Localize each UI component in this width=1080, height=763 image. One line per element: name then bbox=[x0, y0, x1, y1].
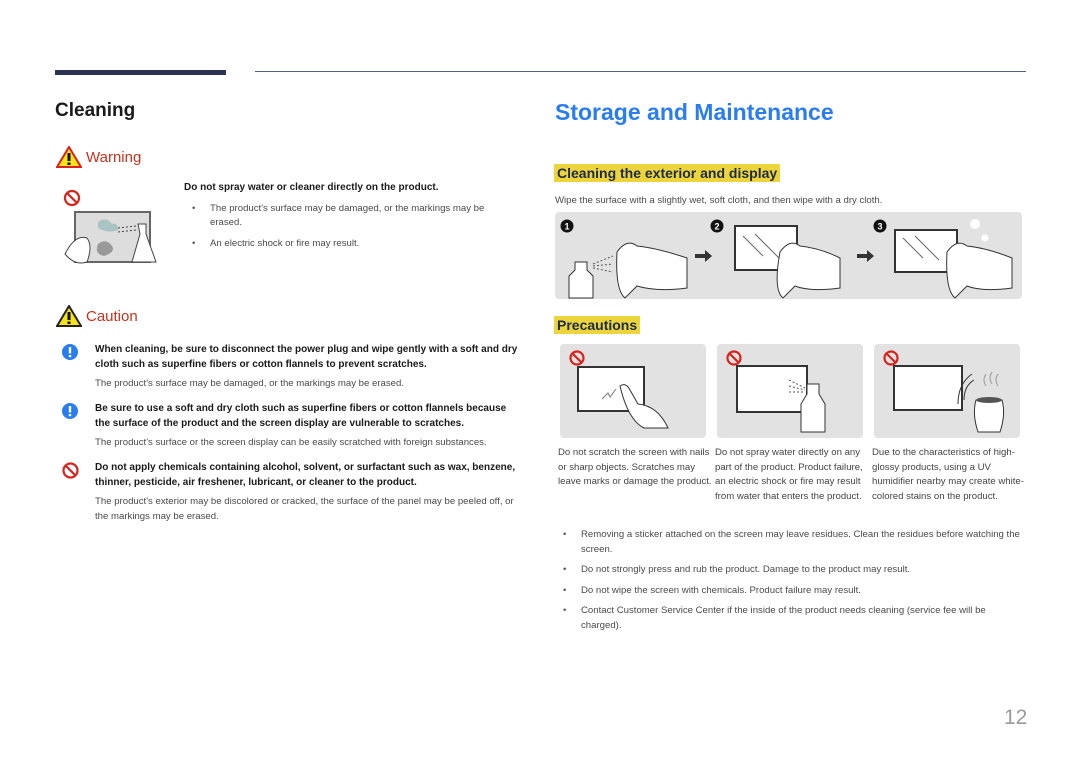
warning-heading: Warning bbox=[56, 146, 141, 168]
precautions-list: Removing a sticker attached on the scree… bbox=[555, 528, 1027, 639]
caution-detail: The product's surface may be damaged, or… bbox=[95, 378, 404, 389]
precaution-image-humidifier bbox=[874, 344, 1020, 438]
humidifier-icon bbox=[973, 399, 1005, 433]
caution-item: Do not apply chemicals containing alcoho… bbox=[62, 461, 522, 524]
header-bar-accent bbox=[55, 70, 226, 75]
spray-cleaning-illustration bbox=[63, 189, 157, 264]
caution-heading: Caution bbox=[56, 305, 138, 327]
precaution-bullet: Do not wipe the screen with chemicals. P… bbox=[555, 584, 1027, 599]
arrow-icon bbox=[695, 250, 712, 262]
caution-item: Be sure to use a soft and dry cloth such… bbox=[62, 402, 522, 451]
sparkle-icon bbox=[970, 219, 980, 229]
warning-label: Warning bbox=[86, 148, 142, 166]
step-1: 1 bbox=[560, 219, 688, 299]
caution-detail: The product's exterior may be discolored… bbox=[95, 496, 514, 522]
page-title: Storage and Maintenance bbox=[555, 99, 834, 125]
warning-block: Do not spray water or cleaner directly o… bbox=[184, 181, 514, 257]
step-number: 1 bbox=[564, 222, 569, 232]
section-title-precautions: Precautions bbox=[554, 316, 641, 334]
step-number: 2 bbox=[714, 222, 719, 232]
precaution-bullet: Contact Customer Service Center if the i… bbox=[555, 604, 1027, 633]
warning-bullet: An electric shock or fire may result. bbox=[184, 237, 514, 252]
cleaning-steps-illustration: 1 2 3 bbox=[555, 212, 1022, 299]
caution-label: Caution bbox=[86, 307, 138, 325]
section-title-exterior: Cleaning the exterior and display bbox=[554, 164, 781, 182]
warning-bullet: The product's surface may be damaged, or… bbox=[184, 202, 514, 231]
spray-bottle-icon bbox=[568, 261, 594, 299]
caution-title: Do not apply chemicals containing alcoho… bbox=[95, 462, 516, 488]
precaution-image-scratch bbox=[560, 344, 706, 438]
precaution-bullet: Removing a sticker attached on the scree… bbox=[555, 528, 1027, 557]
arrow-icon bbox=[857, 250, 874, 262]
step-number: 3 bbox=[877, 222, 882, 232]
precaution-caption: Do not scratch the screen with nails or … bbox=[558, 447, 712, 487]
page-number: 12 bbox=[1004, 706, 1028, 729]
precaution-caption: Due to the characteristics of high-gloss… bbox=[872, 447, 1024, 502]
prohibited-icon bbox=[62, 462, 79, 479]
caution-title: When cleaning, be sure to disconnect the… bbox=[95, 344, 518, 370]
caution-item: When cleaning, be sure to disconnect the… bbox=[62, 343, 522, 392]
hand-cloth-icon bbox=[616, 242, 688, 299]
step-3: 3 bbox=[873, 219, 1013, 299]
caution-detail: The product's surface or the screen disp… bbox=[95, 437, 487, 448]
precaution-image-spray bbox=[717, 344, 863, 438]
wipe-instructions: Wipe the surface with a slightly wet, so… bbox=[555, 195, 883, 206]
precaution-caption: Do not spray water directly on any part … bbox=[715, 447, 863, 502]
caution-triangle-icon bbox=[56, 305, 82, 327]
warning-title: Do not spray water or cleaner directly o… bbox=[184, 182, 439, 193]
precaution-bullet: Do not strongly press and rub the produc… bbox=[555, 563, 1027, 578]
info-icon bbox=[62, 403, 78, 419]
info-icon bbox=[62, 344, 78, 360]
warning-triangle-icon bbox=[56, 146, 82, 168]
step-2: 2 bbox=[710, 219, 841, 299]
section-title-cleaning: Cleaning bbox=[55, 100, 136, 121]
header-rule bbox=[255, 71, 1026, 72]
caution-title: Be sure to use a soft and dry cloth such… bbox=[95, 403, 507, 429]
